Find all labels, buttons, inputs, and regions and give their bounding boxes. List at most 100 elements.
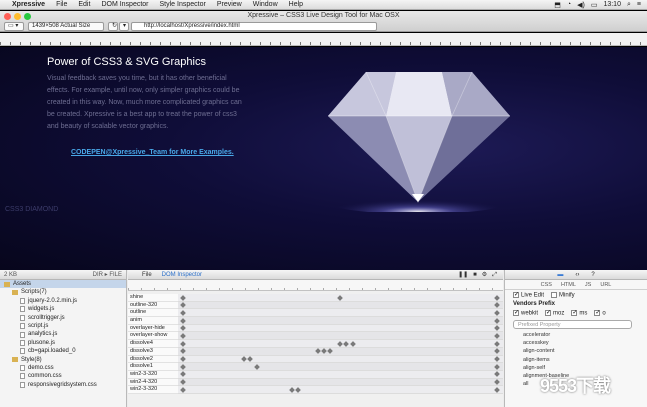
tree-file[interactable]: cb=gapi.loaded_0 [0,347,126,355]
tree-folder[interactable]: Style(8) [0,356,126,364]
tab-file[interactable]: File [142,270,152,279]
tree-file[interactable]: common.css [0,372,126,380]
tree-file[interactable]: scrolltrigger.js [0,314,126,322]
keyframe-track[interactable] [178,355,503,364]
tab-html[interactable]: HTML [561,280,576,289]
keyframe-marker[interactable] [180,386,187,393]
property-search-input[interactable]: Prefixed Property [513,320,632,329]
keyframe-marker[interactable] [493,310,500,316]
keyframe-marker[interactable] [241,356,247,362]
folder-icon[interactable]: ▬ [557,270,563,279]
animation-name[interactable]: outline [128,309,178,318]
menu-preview[interactable]: Preview [217,1,242,8]
property-item[interactable]: accelerator [505,331,647,339]
vendor-checkbox-webkit[interactable]: webkit [513,309,538,316]
list-icon[interactable]: ≡ [637,1,641,8]
wifi-icon[interactable]: ◔ [567,1,571,8]
reload-icon[interactable]: ↻ [108,22,118,31]
tree-folder[interactable]: Scripts(7) [0,288,126,296]
keyframe-marker[interactable] [180,302,187,309]
keyframe-marker[interactable] [180,317,187,324]
animation-name[interactable]: dissolve4 [128,340,178,348]
info-icon[interactable]: ? [591,270,594,279]
clock[interactable]: 13:10 [603,1,621,8]
animation-name[interactable]: dissolve1 [128,363,178,371]
keyframe-track[interactable] [178,294,503,302]
animation-name[interactable]: outline-320 [128,301,178,310]
keyframe-track[interactable] [178,301,503,310]
keyframe-marker[interactable] [327,348,334,355]
keyframe-marker[interactable] [493,371,500,378]
keyframe-track[interactable] [178,309,503,318]
search-icon[interactable]: ⌕ [627,1,631,9]
keyframe-track[interactable] [178,317,503,325]
keyframe-marker[interactable] [180,340,187,347]
menu-help[interactable]: Help [289,1,303,8]
pause-icon[interactable]: ❚❚ [458,270,468,279]
keyframe-track[interactable] [178,363,503,371]
keyframe-marker[interactable] [493,317,500,324]
animation-name[interactable]: anim [128,317,178,325]
keyframe-marker[interactable] [493,325,500,332]
tree-file[interactable]: plusone.js [0,339,126,347]
project-nav[interactable]: DIR ▸ FILE [93,270,122,279]
keyframe-marker[interactable] [180,294,187,301]
menu-edit[interactable]: Edit [78,1,90,8]
tree-file[interactable]: responsivegridsystem.css [0,381,126,389]
keyframe-marker[interactable] [180,310,187,316]
menu-app-name[interactable]: Xpressive [12,1,45,8]
codepen-link[interactable]: CODEPEN@Xpressive_Team for More Examples… [71,149,234,156]
expand-icon[interactable]: ⤢ [492,270,497,279]
animation-name[interactable]: dissolve2 [128,355,178,364]
tree-file[interactable]: script.js [0,322,126,330]
volume-icon[interactable]: ◀) [577,1,585,9]
vendor-checkbox-moz[interactable]: moz [545,309,564,316]
keyframe-marker[interactable] [493,333,500,339]
animation-name[interactable]: overlayer-hide [128,324,178,333]
keyframe-track[interactable] [178,332,503,341]
keyframe-marker[interactable] [247,356,254,362]
keyframe-track[interactable] [178,386,503,394]
tree-folder[interactable]: Assets [0,280,126,289]
url-field[interactable]: http://localhost/Xpressive/index.html [131,22,377,31]
keyframe-marker[interactable] [180,348,187,355]
keyframe-track[interactable] [178,324,503,333]
stop-icon[interactable]: ■ [473,270,477,279]
property-item[interactable]: align-self [505,364,647,372]
menu-style-inspector[interactable]: Style Inspector [160,1,206,8]
menu-file[interactable]: File [56,1,67,8]
property-item[interactable]: align-items [505,356,647,364]
animation-name[interactable]: dissolve3 [128,347,178,356]
keyframe-marker[interactable] [493,356,500,362]
tree-file[interactable]: jquery-2.0.2.min.js [0,297,126,305]
keyframe-track[interactable] [178,378,503,387]
keyframe-marker[interactable] [349,340,356,347]
vendor-checkbox-o[interactable]: o [594,309,606,316]
keyframe-marker[interactable] [180,325,187,332]
device-icon[interactable]: ▭ ▾ [4,22,24,31]
animation-name[interactable]: win2-4-320 [128,378,178,387]
keyframe-marker[interactable] [180,371,187,378]
keyframe-marker[interactable] [493,340,500,347]
property-item[interactable]: accesskey [505,339,647,347]
keyframe-marker[interactable] [253,363,260,370]
keyframe-marker[interactable] [180,379,187,385]
code-icon[interactable]: ‹› [575,270,579,279]
keyframe-track[interactable] [178,340,503,348]
property-item[interactable]: align-content [505,347,647,355]
menu-dom-inspector[interactable]: DOM Inspector [101,1,148,8]
tree-file[interactable]: widgets.js [0,305,126,313]
tab-css[interactable]: CSS [541,280,552,289]
keyframe-marker[interactable] [180,333,187,339]
vendor-checkbox-ms[interactable]: ms [571,309,587,316]
tab-js[interactable]: JS [585,280,591,289]
keyframe-marker[interactable] [493,302,500,309]
keyframe-marker[interactable] [321,348,327,355]
size-selector[interactable]: 1439×508 Actual Size [28,22,104,31]
animation-name[interactable]: win2-3-320 [128,386,178,394]
keyframe-marker[interactable] [493,386,500,393]
keyframe-marker[interactable] [180,356,187,362]
tab-url[interactable]: URL [600,280,611,289]
keyframe-marker[interactable] [493,294,500,301]
menu-window[interactable]: Window [253,1,278,8]
